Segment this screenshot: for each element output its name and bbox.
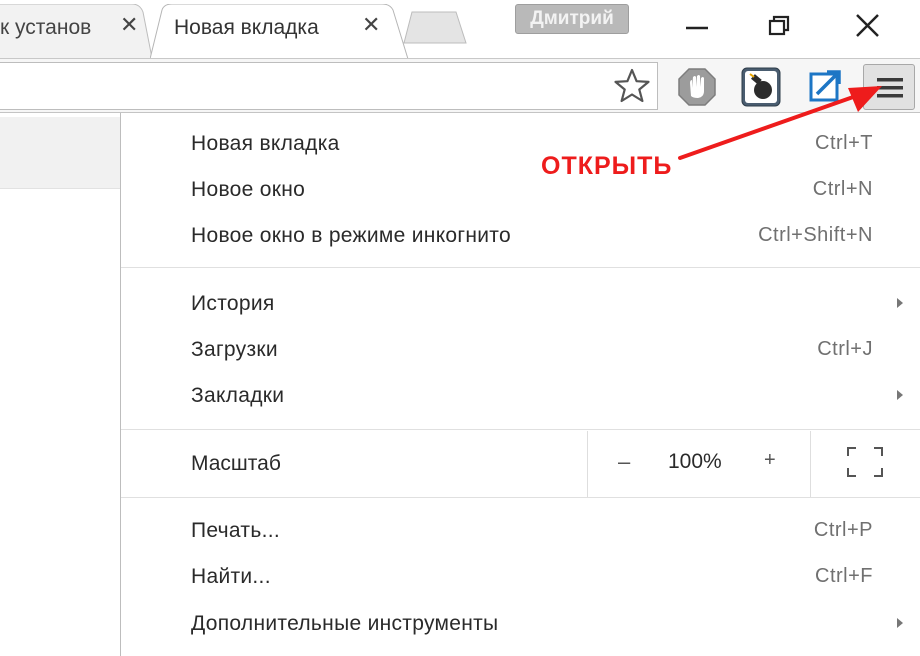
menu-item-bookmarks[interactable]: Закладки [121, 376, 920, 416]
zoom-in-button[interactable]: + [764, 449, 776, 472]
minimize-icon[interactable] [678, 8, 718, 44]
menu-item-more-tools[interactable]: Дополнительные инструменты [121, 604, 920, 644]
new-tab-button[interactable] [402, 10, 468, 44]
menu-separator [121, 497, 920, 498]
zoom-label: Масштаб [191, 452, 281, 475]
submenu-arrow-icon [897, 298, 903, 308]
annotation-label: ОТКРЫТЬ [541, 152, 673, 180]
tab-close-icon[interactable]: ✕ [362, 14, 380, 36]
browser-menu: Новая вкладка Ctrl+T Новое окно Ctrl+N Н… [120, 113, 920, 656]
menu-item-shortcut: Ctrl+N [812, 178, 873, 200]
tab-active[interactable]: Новая вкладка ✕ [150, 4, 410, 59]
submenu-arrow-icon [897, 618, 903, 628]
menu-item-label: Закладки [191, 384, 285, 407]
zoom-controls: – 100% + [587, 431, 811, 497]
profile-button[interactable]: Дмитрий [515, 4, 629, 34]
menu-item-label: Печать... [191, 519, 280, 542]
menu-separator [121, 429, 920, 430]
menu-item-print[interactable]: Печать... Ctrl+P [121, 511, 920, 551]
menu-item-label: Новая вкладка [191, 132, 340, 155]
menu-item-incognito[interactable]: Новое окно в режиме инкогнито Ctrl+Shift… [121, 216, 920, 256]
menu-item-shortcut: Ctrl+Shift+N [758, 224, 873, 246]
tab-title: Новая вкладка [174, 16, 319, 39]
tab-title: к установ [0, 16, 92, 39]
menu-item-shortcut: Ctrl+F [815, 565, 873, 587]
tab-strip: к установ ✕ Новая вкладка ✕ Дмитрий [0, 0, 920, 59]
tab-close-icon[interactable]: ✕ [120, 14, 138, 36]
bookmark-star-icon[interactable] [610, 65, 654, 105]
fullscreen-icon[interactable] [847, 447, 883, 477]
menu-item-find[interactable]: Найти... Ctrl+F [121, 557, 920, 597]
menu-item-shortcut: Ctrl+J [817, 338, 873, 360]
menu-item-label: Дополнительные инструменты [191, 612, 499, 635]
menu-item-new-window[interactable]: Новое окно Ctrl+N [121, 170, 920, 210]
menu-item-label: История [191, 292, 275, 315]
zoom-level: 100% [668, 450, 722, 473]
menu-item-label: Найти... [191, 565, 271, 588]
menu-item-shortcut: Ctrl+P [813, 519, 873, 541]
menu-item-label: Загрузки [191, 338, 278, 361]
menu-item-downloads[interactable]: Загрузки Ctrl+J [121, 330, 920, 370]
menu-item-history[interactable]: История [121, 284, 920, 324]
zoom-out-button[interactable]: – [618, 449, 630, 475]
page-content [0, 113, 122, 656]
menu-item-label: Новое окно в режиме инкогнито [191, 224, 511, 247]
menu-separator [121, 267, 920, 268]
menu-item-label: Новое окно [191, 178, 306, 201]
address-bar[interactable] [0, 62, 658, 110]
tab-inactive[interactable]: к установ ✕ [0, 4, 152, 58]
submenu-arrow-icon [897, 390, 903, 400]
page-header-strip [0, 117, 122, 189]
annotation-arrow-icon [678, 86, 882, 160]
close-window-icon[interactable] [848, 8, 888, 44]
restore-icon[interactable] [760, 8, 800, 44]
menu-item-zoom: Масштаб – 100% + [121, 431, 920, 497]
